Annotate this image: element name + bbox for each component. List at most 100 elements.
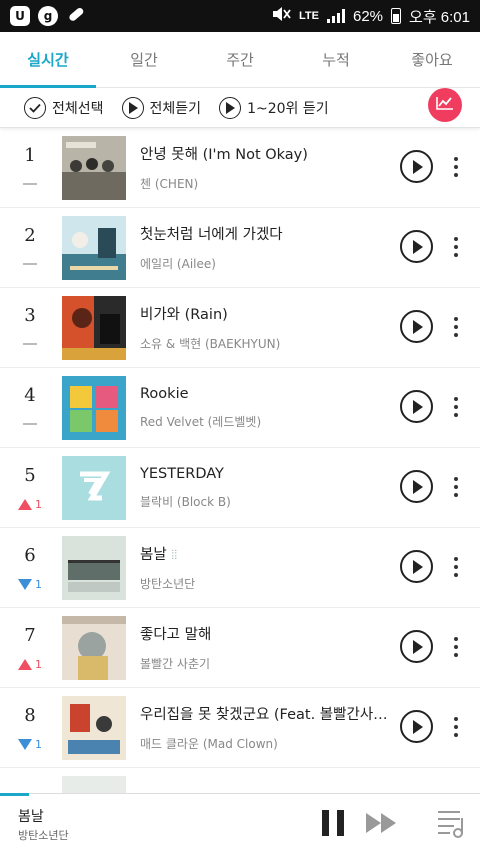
rank-change: 1: [18, 657, 42, 671]
song-title: 좋다고 말해: [140, 627, 212, 643]
clock: 오후 6:01: [409, 8, 470, 26]
rank-number: 2: [24, 225, 36, 246]
rank-down-icon: [18, 738, 32, 750]
list-item[interactable]: 8 1 우리집을 못 찾겠군요 (Feat. 볼빨간사… 매드 클라운 (Mad…: [0, 688, 480, 768]
rank-number: 6: [24, 545, 36, 566]
list-item[interactable]: 3 비가와 (Rain) 소유 & 백현 (BAEKHYUN): [0, 288, 480, 368]
album-cover[interactable]: [62, 135, 126, 200]
line-chart-icon: [435, 95, 455, 115]
rank-change: 1: [18, 497, 42, 511]
album-cover[interactable]: [62, 615, 126, 680]
rank-number: 7: [24, 625, 36, 646]
rank-up-icon: [18, 498, 32, 510]
playback-progress[interactable]: [0, 793, 29, 796]
list-item[interactable]: 6 1 봄날 ⦙⦙ 방탄소년단: [0, 528, 480, 608]
album-cover[interactable]: [62, 375, 126, 440]
rank-change: [23, 258, 37, 270]
album-cover[interactable]: [62, 535, 126, 600]
list-item[interactable]: 7 1 좋다고 말해 볼빨간 사춘기: [0, 608, 480, 688]
tab-cumulative[interactable]: 누적: [288, 32, 384, 87]
tab-realtime[interactable]: 실시간: [0, 32, 96, 88]
album-cover[interactable]: [62, 455, 126, 520]
more-options-icon[interactable]: [446, 475, 466, 499]
battery-icon: [391, 8, 402, 24]
now-playing-title: 봄날: [18, 809, 44, 825]
song-title: 봄날 ⦙⦙: [140, 547, 178, 563]
rank-change: [23, 178, 37, 190]
play-button[interactable]: [400, 150, 433, 183]
more-options-icon[interactable]: [446, 235, 466, 259]
more-options-icon[interactable]: [446, 315, 466, 339]
rank-change-value: 1: [35, 657, 42, 671]
play-button[interactable]: [400, 470, 433, 503]
play-all-label: 전체듣기: [149, 100, 202, 117]
song-artist: 블락비 (Block B): [140, 494, 231, 509]
song-artist: 볼빨간 사춘기: [140, 657, 211, 671]
more-options-icon[interactable]: [446, 635, 466, 659]
tab-daily[interactable]: 일간: [96, 32, 192, 87]
g-app-icon: g: [38, 6, 58, 26]
play-button[interactable]: [400, 550, 433, 583]
song-artist: 소유 & 백현 (BAEKHYUN): [140, 337, 281, 351]
song-title: 첫눈처럼 너에게 가겠다: [140, 227, 283, 243]
play-button[interactable]: [400, 630, 433, 663]
play-circle-icon: [219, 96, 242, 119]
song-title: YESTERDAY: [140, 465, 224, 482]
more-options-icon[interactable]: [446, 715, 466, 739]
album-cover[interactable]: [62, 215, 126, 280]
play-circle-icon: [121, 96, 144, 119]
rank-change-value: 1: [35, 737, 42, 751]
battery-level: 62%: [353, 7, 384, 25]
list-item[interactable]: 4 Rookie Red Velvet (레드벨벳): [0, 368, 480, 448]
list-item[interactable]: 5 1 YESTERDAY 블락비 (Block B): [0, 448, 480, 528]
next-track-button[interactable]: [366, 813, 398, 837]
select-all-label: 전체선택: [52, 100, 104, 117]
rank-change: 1: [18, 578, 42, 591]
mute-icon: [271, 6, 291, 26]
play-button[interactable]: [400, 310, 433, 343]
rank-change: 1: [18, 737, 42, 751]
list-toolbar: 전체선택 전체듣기 1~20위 듣기: [0, 88, 480, 128]
more-options-icon[interactable]: [446, 555, 466, 579]
rank-number: 5: [24, 465, 36, 486]
network-type: LTE: [299, 10, 319, 22]
rank-change-value: 1: [35, 497, 42, 511]
chart-list: 1 안녕 못해 (I'm Not Okay) 첸 (CHEN) 2 첫눈처럼 너…: [0, 128, 480, 768]
select-all-button[interactable]: 전체선택: [24, 96, 104, 119]
mini-player[interactable]: 봄날 방탄소년단: [0, 793, 480, 853]
rank-number: 8: [24, 705, 36, 726]
u-app-icon: U: [10, 6, 30, 26]
play-button[interactable]: [400, 390, 433, 423]
song-artist: 매드 클라운 (Mad Clown): [140, 737, 278, 751]
pill-app-icon: [66, 4, 86, 28]
rank-change: [23, 338, 37, 350]
rank-number: 4: [24, 385, 36, 406]
rank-number: 1: [24, 145, 36, 166]
chart-period-tabs: 실시간 일간 주간 누적 좋아요: [0, 32, 480, 88]
play-button[interactable]: [400, 710, 433, 743]
signal-icon: [327, 9, 345, 23]
play-top20-label: 1~20위 듣기: [247, 100, 329, 117]
rank-number: 3: [24, 305, 36, 326]
now-playing-artist: 방탄소년단: [18, 829, 69, 842]
play-all-button[interactable]: 전체듣기: [121, 96, 202, 119]
list-item[interactable]: 2 첫눈처럼 너에게 가겠다 에일리 (Ailee): [0, 208, 480, 288]
chart-trend-button[interactable]: [428, 88, 462, 122]
play-top20-button[interactable]: 1~20위 듣기: [219, 96, 329, 119]
pause-button[interactable]: [322, 810, 344, 836]
more-options-icon[interactable]: [446, 155, 466, 179]
sound-wave-icon: ⦙⦙: [171, 548, 178, 563]
tab-likes[interactable]: 좋아요: [384, 32, 480, 87]
play-button[interactable]: [400, 230, 433, 263]
song-title: Rookie: [140, 385, 189, 402]
tab-weekly[interactable]: 주간: [192, 32, 288, 87]
more-options-icon[interactable]: [446, 395, 466, 419]
song-artist: 에일리 (Ailee): [140, 257, 216, 271]
playlist-icon[interactable]: [436, 806, 466, 844]
song-title: 우리집을 못 찾겠군요 (Feat. 볼빨간사…: [140, 707, 388, 723]
song-artist: Red Velvet (레드벨벳): [140, 414, 262, 429]
album-cover[interactable]: [62, 295, 126, 360]
album-cover[interactable]: [62, 695, 126, 760]
list-item[interactable]: 1 안녕 못해 (I'm Not Okay) 첸 (CHEN): [0, 128, 480, 208]
song-artist: 방탄소년단: [140, 577, 196, 591]
